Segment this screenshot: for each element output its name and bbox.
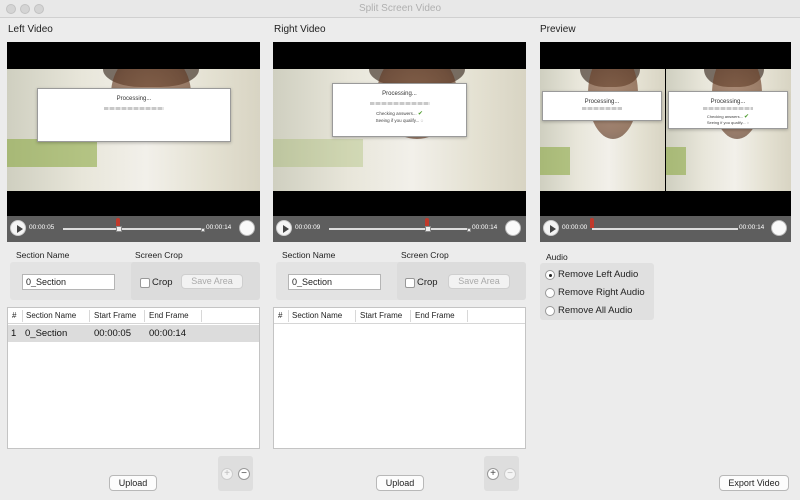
preview-transport-bar: 00:00:00 00:00:14 [540,216,791,242]
right-save-area-button[interactable]: Save Area [448,274,510,289]
preview-play-button[interactable] [543,220,559,236]
preview-right-dialog-title: Processing... [710,99,746,105]
right-screen-crop-label: Screen Crop [401,250,449,260]
left-add-remove-group: + − [218,456,253,491]
left-save-area-button[interactable]: Save Area [181,274,243,289]
preview-player[interactable]: Processing... Processing... Checking ans… [540,42,791,216]
left-video-frame: Processing... [7,69,260,191]
row-end-frame: 00:00:14 [149,328,186,339]
left-section-name-input[interactable] [22,274,115,290]
right-start-handle[interactable] [425,226,431,232]
left-upload-button[interactable]: Upload [109,475,157,491]
left-table-header: # Section Name Start Frame End Frame [8,308,259,324]
spinner-icon: ◌ [746,120,750,125]
right-sections-table: # Section Name Start Frame End Frame [273,307,526,449]
preview-right-status1: Checking answers... ✔ [706,114,750,120]
audio-label: Audio [546,252,568,262]
checkmark-icon: ✔ [417,111,423,117]
volume-knob-icon[interactable] [239,220,255,236]
audio-options-group: Remove Left Audio Remove Right Audio Rem… [540,263,654,320]
preview-right-dialog: Processing... Checking answers... ✔ Seei… [668,91,788,129]
right-dialog-status2: Seeing if you qualify... ◌ [375,118,424,123]
preview-left-dialog-title: Processing... [584,99,620,105]
left-section-name-label: Section Name [16,250,70,260]
right-col-start-frame[interactable]: Start Frame [360,311,402,320]
left-play-button[interactable] [10,220,26,236]
left-screen-crop-label: Screen Crop [135,250,183,260]
left-timeline-track[interactable] [63,228,203,230]
remove-right-audio-radio[interactable] [545,288,555,298]
remove-left-audio-label[interactable]: Remove Left Audio [558,269,638,280]
right-transport-bar: 00:00:09 00:00:14 [273,216,526,242]
preview-playhead-marker[interactable] [590,218,594,228]
right-col-section-name[interactable]: Section Name [292,311,342,320]
left-end-handle[interactable] [201,228,205,232]
remove-all-audio-label[interactable]: Remove All Audio [558,305,632,316]
left-col-section-name[interactable]: Section Name [26,311,76,320]
preview-end-time: 00:00:14 [739,224,765,231]
right-play-button[interactable] [276,220,292,236]
left-video-player[interactable]: Processing... [7,42,260,216]
left-sections-table: # Section Name Start Frame End Frame 1 0… [7,307,260,449]
right-start-time: 00:00:09 [295,224,321,231]
right-dialog-title: Processing... [382,91,417,97]
left-col-index[interactable]: # [12,311,16,320]
remove-all-audio-radio[interactable] [545,306,555,316]
right-add-button[interactable]: + [487,468,499,480]
left-video-label: Left Video [8,24,53,35]
left-col-start-frame[interactable]: Start Frame [94,311,136,320]
left-processing-dialog: Processing... [37,88,231,142]
left-add-button[interactable]: + [221,468,233,480]
preview-left-dialog: Processing... [542,91,662,121]
table-row[interactable]: 1 0_Section 00:00:05 00:00:14 [8,325,259,342]
left-crop-label: Crop [152,277,173,288]
right-timeline-track[interactable] [329,228,469,230]
left-start-handle[interactable] [116,226,122,232]
right-col-index[interactable]: # [278,311,282,320]
preview-right-frame: Processing... Checking answers... ✔ Seei… [666,69,791,191]
row-section-name: 0_Section [25,328,68,339]
right-crop-checkbox[interactable] [405,278,415,288]
right-dialog-status1: Checking answers... ✔ [376,111,423,117]
right-dialog-progress [369,102,430,105]
right-col-end-frame[interactable]: End Frame [415,311,455,320]
preview-right-status2: Seeing if you qualify... ◌ [706,120,750,125]
right-crop-label: Crop [417,277,438,288]
volume-knob-icon[interactable] [771,220,787,236]
right-section-name-input[interactable] [288,274,381,290]
right-table-header: # Section Name Start Frame End Frame [274,308,525,324]
preview-left-frame: Processing... [540,69,665,191]
right-video-frame: Processing... Checking answers... ✔ Seei… [273,69,526,191]
right-section-name-label: Section Name [282,250,336,260]
right-upload-button[interactable]: Upload [376,475,424,491]
title-bar: Split Screen Video [0,0,800,18]
right-remove-button[interactable]: − [504,468,516,480]
right-add-remove-group: + − [484,456,519,491]
left-dialog-title: Processing... [116,96,152,102]
volume-knob-icon[interactable] [505,220,521,236]
right-processing-dialog: Processing... Checking answers... ✔ Seei… [332,83,467,137]
preview-label: Preview [540,24,576,35]
left-crop-checkbox[interactable] [140,278,150,288]
window-title: Split Screen Video [358,3,442,14]
left-start-time: 00:00:05 [29,224,55,231]
left-transport-bar: 00:00:05 00:00:14 [7,216,260,242]
preview-start-time: 00:00:00 [562,224,588,231]
left-col-end-frame[interactable]: End Frame [149,311,189,320]
left-remove-button[interactable]: − [238,468,250,480]
row-start-frame: 00:00:05 [94,328,131,339]
spinner-icon: ◌ [420,118,424,123]
right-end-time: 00:00:14 [472,224,498,231]
right-video-label: Right Video [274,24,326,35]
row-index: 1 [11,328,17,339]
right-video-player[interactable]: Processing... Checking answers... ✔ Seei… [273,42,526,216]
remove-left-audio-radio[interactable] [545,270,555,280]
left-dialog-progress [104,107,164,110]
left-end-time: 00:00:14 [206,224,232,231]
export-video-button[interactable]: Export Video [719,475,789,491]
remove-right-audio-label[interactable]: Remove Right Audio [558,287,645,298]
right-end-handle[interactable] [467,228,471,232]
preview-timeline-track[interactable] [592,228,738,230]
